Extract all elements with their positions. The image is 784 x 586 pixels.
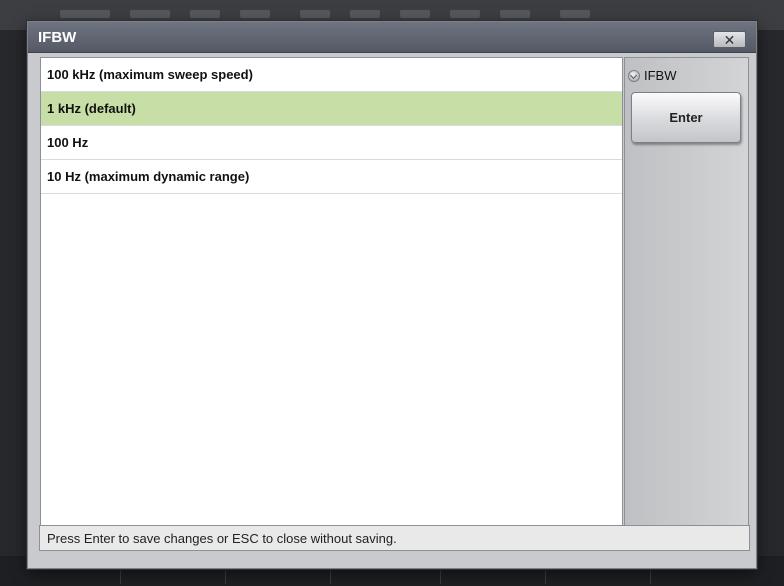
list-item-label: 10 Hz (maximum dynamic range) [47, 169, 250, 184]
close-icon: ✕ [723, 31, 736, 48]
side-panel: IFBW Enter [624, 57, 749, 539]
ifbw-dialog: IFBW ✕ 100 kHz (maximum sweep speed) 1 k… [27, 21, 757, 569]
ifbw-toggle[interactable]: IFBW [628, 68, 677, 83]
dialog-title: IFBW [38, 29, 77, 46]
chevron-down-icon [628, 69, 640, 82]
status-bar: Press Enter to save changes or ESC to cl… [39, 525, 750, 551]
ifbw-option-list: 100 kHz (maximum sweep speed) 1 kHz (def… [40, 57, 623, 539]
list-item-10hz[interactable]: 10 Hz (maximum dynamic range) [41, 160, 622, 194]
status-message: Press Enter to save changes or ESC to cl… [47, 530, 397, 546]
list-item-100khz[interactable]: 100 kHz (maximum sweep speed) [41, 58, 622, 92]
dialog-titlebar: IFBW ✕ [28, 22, 756, 53]
list-item-1khz[interactable]: 1 kHz (default) [41, 92, 622, 126]
list-item-100hz[interactable]: 100 Hz [41, 126, 622, 160]
close-button[interactable]: ✕ [713, 31, 746, 48]
enter-button-label: Enter [669, 110, 703, 125]
enter-button[interactable]: Enter [631, 92, 741, 143]
list-item-label: 100 kHz (maximum sweep speed) [47, 67, 253, 82]
list-item-label: 100 Hz [47, 135, 89, 150]
list-item-label: 1 kHz (default) [47, 101, 136, 116]
ifbw-label: IFBW [644, 68, 677, 83]
